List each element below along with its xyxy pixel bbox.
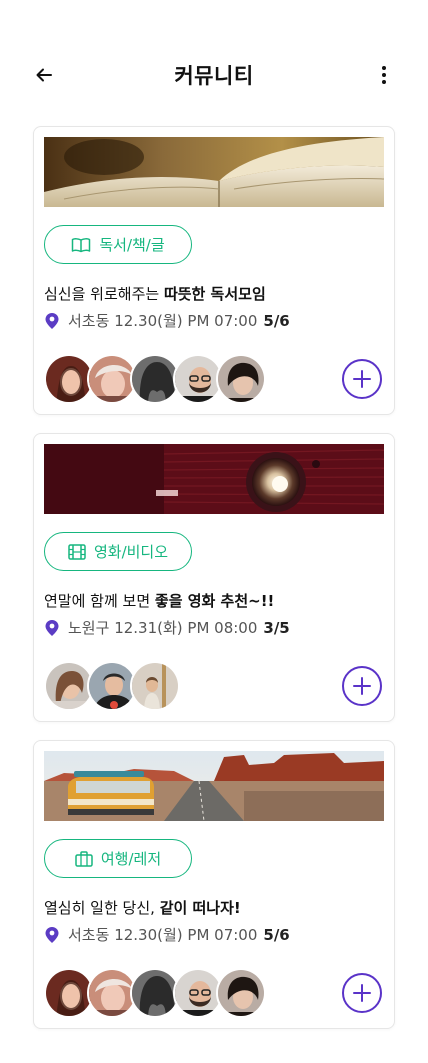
film-icon (68, 543, 86, 560)
meeting-info: 서초동 12.30(월) PM 07:00 5/6 (44, 924, 290, 945)
participant-avatars (44, 354, 266, 404)
avatar (130, 661, 180, 711)
participant-count: 3/5 (263, 618, 290, 637)
community-card[interactable]: 여행/레저 열심히 일한 당신, 같이 떠나자! 서초동 12.30(월) PM… (33, 740, 395, 1029)
meeting-info: 노원구 12.31(화) PM 08:00 3/5 (44, 617, 290, 638)
avatar (216, 968, 266, 1018)
title-text: 심신을 위로해주는 (44, 285, 164, 303)
meeting-info: 서초동 12.30(월) PM 07:00 5/6 (44, 310, 290, 331)
tag-label: 여행/레저 (100, 850, 162, 868)
projector-photo (44, 444, 384, 514)
datetime: 12.30(월) PM 07:00 (114, 926, 258, 944)
plus-icon (353, 370, 371, 388)
title-text: 연말에 함께 보면 (44, 592, 155, 610)
join-button[interactable] (342, 973, 382, 1013)
category-tag[interactable]: 여행/레저 (44, 839, 192, 878)
meeting-title: 연말에 함께 보면 좋을 영화 추천~!! (44, 590, 274, 611)
title-text: 열심히 일한 당신, (44, 899, 160, 917)
community-card[interactable]: 독서/책/글 심신을 위로해주는 따뜻한 독서모임 서초동 12.30(월) P… (33, 126, 395, 415)
more-vertical-icon (382, 66, 386, 84)
participant-count: 5/6 (263, 925, 290, 944)
category-tag[interactable]: 독서/책/글 (44, 225, 192, 264)
location: 서초동 (68, 312, 110, 330)
title-highlight: 좋을 영화 추천~!! (154, 592, 275, 610)
title-highlight: 같이 떠나자! (159, 899, 241, 917)
plus-icon (353, 984, 371, 1002)
book-icon (72, 237, 91, 252)
suitcase-icon (75, 850, 93, 867)
datetime: 12.31(화) PM 08:00 (114, 619, 258, 637)
participant-count: 5/6 (263, 311, 290, 330)
tag-label: 독서/책/글 (99, 236, 165, 254)
more-options-button[interactable] (372, 63, 396, 87)
location-pin-icon (45, 926, 59, 943)
open-book-photo (44, 137, 384, 207)
participant-avatars (44, 661, 180, 711)
page-title: 커뮤니티 (174, 64, 254, 88)
datetime: 12.30(월) PM 07:00 (114, 312, 258, 330)
join-button[interactable] (342, 666, 382, 706)
location: 노원구 (68, 619, 110, 637)
plus-icon (353, 677, 371, 695)
location: 서초동 (68, 926, 110, 944)
avatar (216, 354, 266, 404)
title-highlight: 따뜻한 독서모임 (163, 285, 266, 303)
participant-avatars (44, 968, 266, 1018)
meeting-title: 심신을 위로해주는 따뜻한 독서모임 (44, 283, 266, 304)
location-pin-icon (45, 312, 59, 329)
tag-label: 영화/비디오 (93, 543, 169, 561)
join-button[interactable] (342, 359, 382, 399)
location-pin-icon (45, 619, 59, 636)
meeting-title: 열심히 일한 당신, 같이 떠나자! (44, 897, 241, 918)
category-tag[interactable]: 영화/비디오 (44, 532, 192, 571)
van-desert-photo (44, 751, 384, 821)
community-card[interactable]: 영화/비디오 연말에 함께 보면 좋을 영화 추천~!! 노원구 12.31(화… (33, 433, 395, 722)
